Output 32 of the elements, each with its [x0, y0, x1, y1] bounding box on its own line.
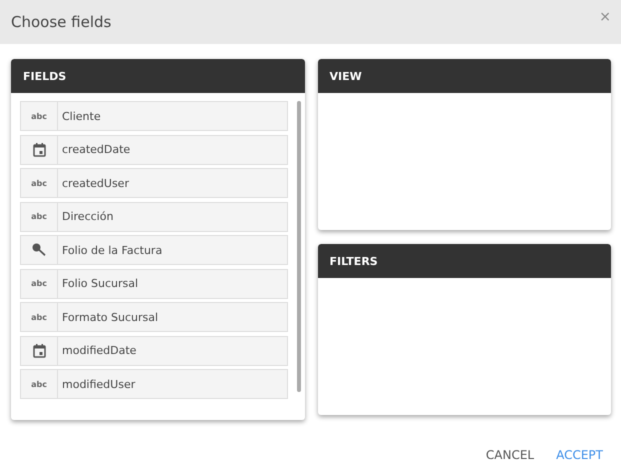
field-label: Formato Sucursal: [61, 310, 158, 326]
text-type-icon: abc: [31, 112, 47, 120]
field-label: modifiedDate: [61, 343, 136, 359]
panel-title: FIELDS: [23, 70, 66, 82]
dialog-title: Choose fields: [11, 13, 112, 31]
calendar-icon: [32, 142, 46, 156]
cancel-button[interactable]: CANCEL: [486, 444, 534, 466]
field-label: Cliente: [61, 108, 101, 124]
text-type-icon: abc: [31, 312, 47, 322]
text-type-icon: abc: [31, 380, 47, 388]
field-label: createdDate: [61, 142, 130, 158]
field-item[interactable]: createdDate: [20, 134, 288, 164]
scrollbar[interactable]: [296, 101, 300, 392]
text-type-icon: abc: [31, 212, 47, 221]
field-item[interactable]: abc Formato Sucursal: [20, 302, 288, 332]
field-label: Dirección: [61, 209, 114, 225]
field-item[interactable]: abc Folio Sucursal: [20, 268, 288, 298]
panel-title: FILTERS: [330, 254, 378, 268]
field-item[interactable]: abc Dirección: [20, 202, 288, 232]
field-item[interactable]: abc Cliente: [20, 101, 288, 131]
field-item[interactable]: abc createdUser: [20, 168, 288, 198]
field-item[interactable]: modifiedDate: [20, 336, 288, 366]
text-type-icon: abc: [31, 178, 47, 188]
calendar-icon: [32, 344, 46, 358]
field-label: Folio Sucursal: [61, 276, 138, 292]
field-label: modifiedUser: [61, 376, 136, 392]
field-item[interactable]: Folio de la Factura: [20, 235, 288, 265]
field-item[interactable]: abc modifiedUser: [20, 369, 288, 399]
panel-title: VIEW: [330, 70, 362, 82]
field-label: Folio de la Factura: [61, 242, 162, 258]
text-type-icon: abc: [31, 279, 47, 288]
field-label: createdUser: [61, 176, 129, 192]
